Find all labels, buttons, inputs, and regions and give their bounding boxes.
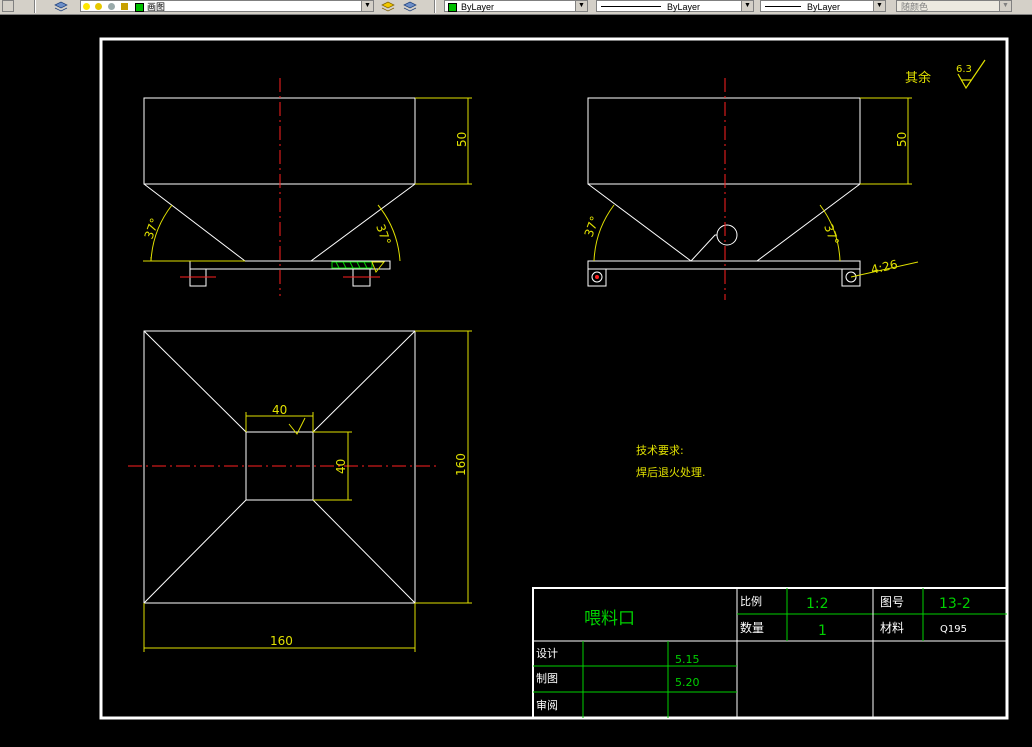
scale-value: 1:2 [806,596,829,612]
layer-previous-icon[interactable] [402,0,418,13]
side-angle-left: 37° [582,214,602,239]
chevron-down-icon: ▼ [999,1,1011,11]
lineweight-dropdown[interactable]: ByLayer ▼ [760,0,886,12]
front-height-dim: 50 [455,132,469,147]
material-value: Q195 [940,624,967,635]
scale-label: 比例 [740,594,762,608]
qty-label: 数量 [740,620,764,635]
roughness-note-text: 其余 [905,70,931,86]
layer-manager-icon[interactable] [2,0,14,12]
chevron-down-icon: ▼ [873,1,885,11]
linetype-dropdown[interactable]: ByLayer ▼ [596,0,754,12]
layer-color-swatch [135,3,144,12]
lineweight-preview [765,6,801,7]
design-label: 设计 [536,647,558,660]
sun-icon [95,3,102,10]
lock-icon [121,3,128,10]
properties-toolbar: 画图 ▼ ByLayer ▼ ByLayer ▼ ByLayer ▼ 随颜色 ▼ [0,0,1032,15]
color-dropdown[interactable]: ByLayer ▼ [444,0,588,12]
front-view: 50 37° 37° [142,78,472,296]
draw-date: 5.20 [675,676,700,689]
chevron-down-icon: ▼ [741,1,753,11]
drawing-sheet[interactable]: 其余 6.3 50 37° 37° 50 37° 37° 4:26 40 40 … [0,15,1032,742]
top-inner-width-dim: 40 [272,403,287,417]
toolbar-separator [434,0,436,13]
linetype-preview [601,6,661,7]
title-block: 喂料口 比例 1:2 图号 13-2 数量 1 材料 Q195 设计 5.15 … [532,587,1008,719]
drawing-no-label: 图号 [880,595,904,609]
plotstyle-dropdown[interactable]: 随颜色 ▼ [896,0,1012,12]
top-outer-width-dim: 160 [270,634,293,648]
top-outer-height-dim: 160 [454,453,468,476]
layer-dropdown[interactable]: 画图 ▼ [80,0,374,12]
drawing-canvas[interactable]: 其余 6.3 50 37° 37° 50 37° 37° 4:26 40 40 … [0,15,1032,742]
drawing-no-value: 13-2 [939,596,971,612]
front-angle-left: 37° [142,216,162,241]
chevron-down-icon: ▼ [575,1,587,11]
color-label: ByLayer [461,2,495,12]
roughness-value: 6.3 [956,64,972,75]
top-view: 40 40 160 160 [128,330,472,652]
review-label: 审阅 [536,698,558,712]
chevron-down-icon: ▼ [361,1,373,11]
layer-name: 画图 [147,2,166,12]
plotstyle-label: 随颜色 [901,2,929,12]
design-date: 5.15 [675,653,700,666]
tech-requirements-note: 焊后退火处理. [636,465,706,479]
color-swatch [448,3,457,12]
lineweight-label: ByLayer [807,2,841,12]
roughness-note: 其余 6.3 [905,59,986,90]
part-name: 喂料口 [584,609,635,629]
toolbar-separator [34,0,36,13]
side-height-dim: 50 [895,132,909,147]
side-angle-right: 37° [821,222,841,247]
layers-icon[interactable] [54,0,68,13]
make-layer-current-icon[interactable] [380,0,396,13]
top-inner-height-dim: 40 [334,459,348,474]
linetype-label: ByLayer [667,2,701,12]
sheet-border [99,37,1009,720]
weld-symbol-icon [371,261,386,273]
material-label: 材料 [880,621,904,635]
side-view: 50 37° 37° 4:26 [582,78,919,300]
light-bulb-icon [83,3,90,10]
tech-requirements-title: 技术要求: [636,444,684,457]
front-angle-right: 37° [373,222,393,247]
side-hole-dim: 4:26 [870,257,899,277]
freeze-icon [108,3,115,10]
qty-value: 1 [818,623,827,639]
draw-label: 制图 [536,672,558,685]
